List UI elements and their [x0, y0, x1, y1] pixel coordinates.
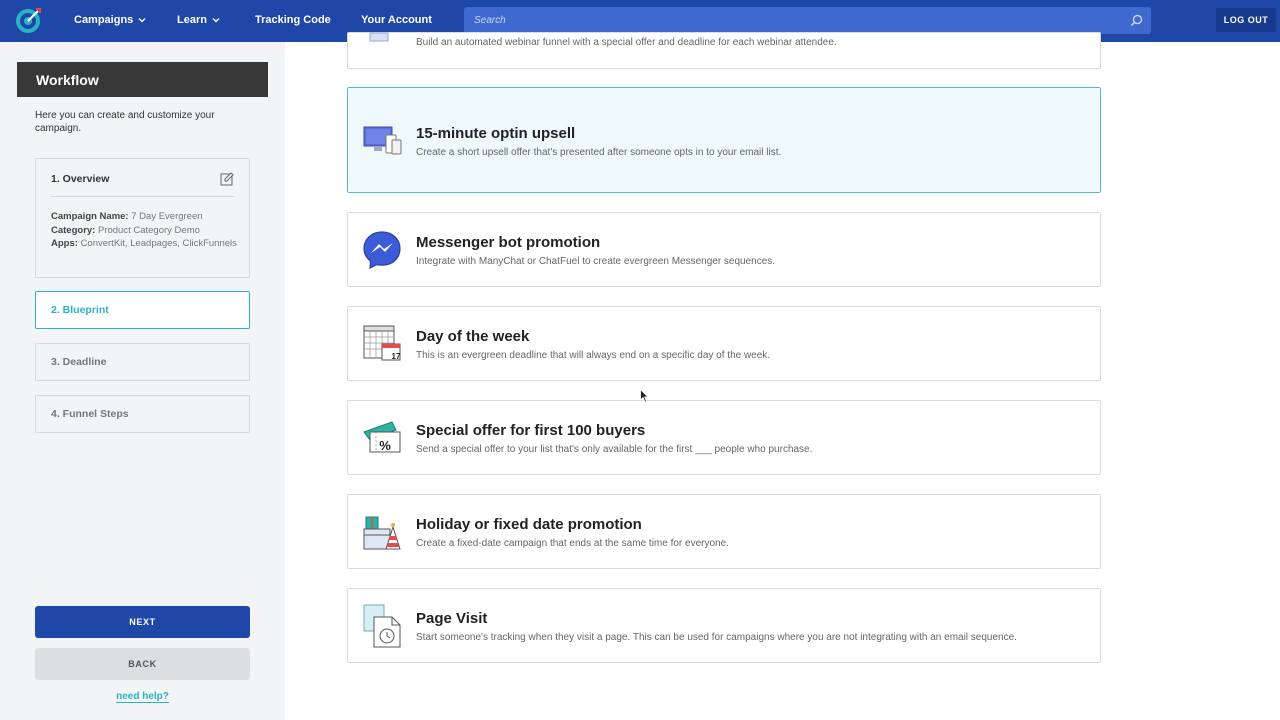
step-divider — [51, 196, 235, 197]
nav-your-account[interactable]: Your Account — [361, 14, 432, 26]
blueprint-card-holiday-fixed-date[interactable]: Holiday or fixed date promotion Create a… — [347, 494, 1101, 569]
chevron-down-icon — [138, 18, 146, 23]
blueprint-desc: Build an automated webinar funnel with a… — [416, 37, 837, 48]
messenger-icon — [363, 231, 401, 270]
overview-campaign-name: Campaign Name: 7 Day Evergreen — [51, 211, 203, 222]
logout-button[interactable]: LOG OUT — [1216, 8, 1276, 32]
blueprint-card-special-offer-first-100[interactable]: % Special offer for first 100 buyers Sen… — [347, 400, 1101, 475]
step-deadline-label: 3. Deadline — [51, 356, 107, 368]
step-overview-label: 1. Overview — [51, 173, 110, 185]
step-deadline[interactable]: 3. Deadline — [35, 343, 250, 381]
step-overview[interactable]: 1. Overview Campaign Name: 7 Day Evergre… — [35, 158, 250, 278]
nav-campaigns[interactable]: Campaigns — [74, 14, 147, 26]
step-funnel-steps[interactable]: 4. Funnel Steps — [35, 395, 250, 433]
chevron-down-icon — [212, 18, 220, 23]
devices-icon — [363, 126, 402, 155]
search-input[interactable]: Search — [464, 7, 1151, 34]
workflow-intro: Here you can create and customize your c… — [35, 110, 215, 134]
search-icon[interactable] — [1130, 14, 1143, 27]
nav-tracking-code-label: Tracking Code — [255, 14, 331, 26]
edit-icon[interactable] — [220, 172, 234, 186]
blueprint-desc: Create a fixed-date campaign that ends a… — [416, 538, 729, 549]
blueprint-card-15-minute-optin-upsell[interactable]: 15-minute optin upsell Create a short up… — [347, 87, 1101, 193]
blueprint-card-webinar[interactable]: Build an automated webinar funnel with a… — [347, 32, 1101, 69]
blueprint-desc: Integrate with ManyChat or ChatFuel to c… — [416, 256, 776, 267]
overview-category: Category: Product Category Demo — [51, 224, 200, 236]
nav-your-account-label: Your Account — [361, 14, 432, 26]
blueprint-title: Day of the week — [416, 328, 530, 345]
calendar-day-number: 17 — [391, 352, 401, 361]
nav-learn[interactable]: Learn — [177, 14, 221, 26]
overview-details: Campaign Name: 7 Day Evergreen Category:… — [51, 210, 241, 251]
blueprint-desc: Create a short upsell offer that's prese… — [416, 147, 782, 158]
step-blueprint[interactable]: 2. Blueprint — [35, 291, 250, 329]
workflow-sidebar: Workflow Here you can create and customi… — [0, 42, 285, 720]
workflow-title: Workflow — [17, 62, 268, 97]
next-button[interactable]: NEXT — [35, 606, 250, 638]
nav-tracking-code[interactable]: Tracking Code — [255, 14, 331, 26]
page-clock-icon — [363, 604, 401, 648]
blueprint-title: Messenger bot promotion — [416, 234, 601, 251]
app-logo-icon[interactable] — [14, 7, 42, 35]
blueprint-title: Page Visit — [416, 610, 488, 627]
step-blueprint-label: 2. Blueprint — [51, 304, 109, 316]
nav-campaigns-label: Campaigns — [74, 14, 134, 26]
overview-apps: Apps: ConvertKit, Leadpages, ClickFunnel… — [51, 238, 237, 249]
back-button[interactable]: BACK — [35, 648, 250, 680]
blueprint-title: Holiday or fixed date promotion — [416, 516, 642, 533]
blueprint-desc: This is an evergreen deadline that will … — [416, 350, 771, 361]
webinar-icon — [369, 32, 389, 42]
search-placeholder: Search — [474, 15, 506, 26]
step-funnel-steps-label: 4. Funnel Steps — [51, 408, 129, 420]
nav-learn-label: Learn — [177, 14, 207, 26]
blueprint-desc: Send a special offer to your list that's… — [416, 444, 813, 455]
blueprint-card-messenger-bot-promotion[interactable]: Messenger bot promotion Integrate with M… — [347, 212, 1101, 287]
blueprint-card-day-of-the-week[interactable]: 17 Day of the week This is an evergreen … — [347, 306, 1101, 381]
blueprint-desc: Start someone's tracking when they visit… — [416, 632, 1017, 643]
need-help-link[interactable]: need help? — [0, 691, 285, 703]
blueprint-title: Special offer for first 100 buyers — [416, 422, 646, 439]
blueprint-card-page-visit[interactable]: Page Visit Start someone's tracking when… — [347, 588, 1101, 663]
blueprint-title: 15-minute optin upsell — [416, 125, 576, 142]
party-gift-icon — [363, 516, 401, 550]
mouse-cursor-icon — [640, 389, 649, 403]
ticket-percent-symbol: % — [379, 438, 391, 453]
